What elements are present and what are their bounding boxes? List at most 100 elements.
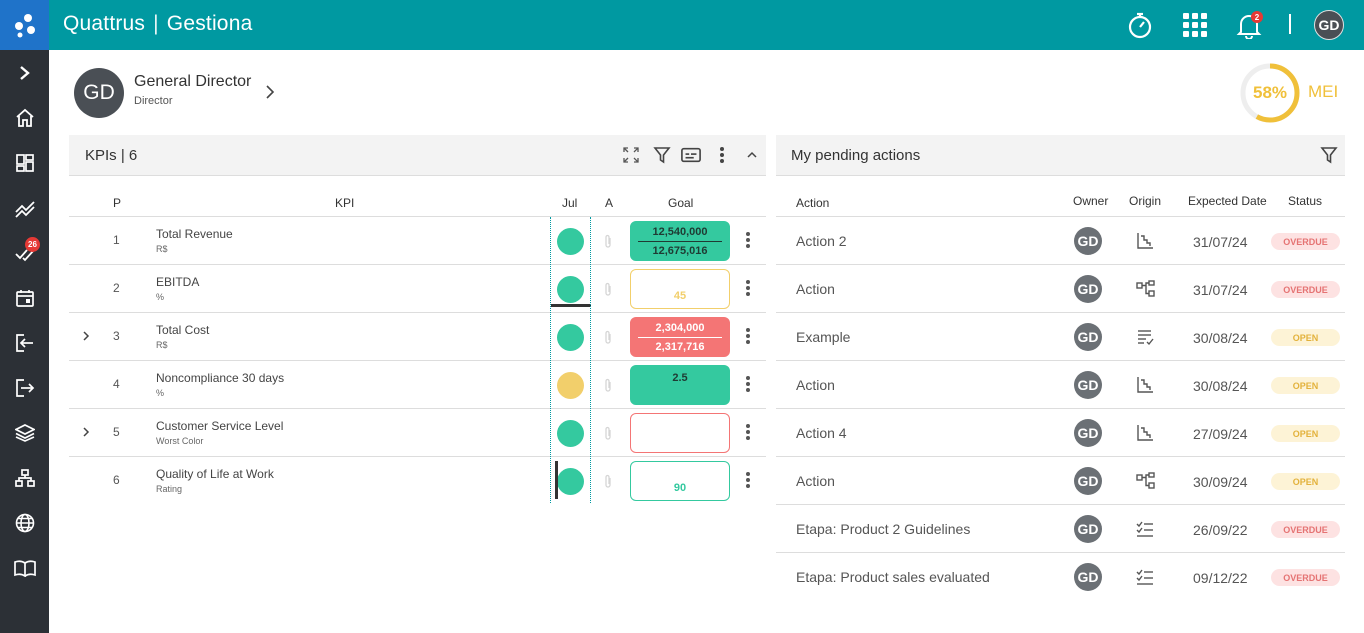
action-row[interactable]: Action GD 31/07/24 OVERDUE [776,265,1345,313]
action-row[interactable]: Action GD 30/08/24 OPEN [776,361,1345,409]
action-name[interactable]: Action [796,281,835,297]
mei-label[interactable]: MEI [1308,82,1338,102]
goal-box[interactable]: 2,304,000 2,317,716 [630,317,730,357]
sidebar-item-checks[interactable]: 26 [0,237,49,270]
kpi-name[interactable]: Total Cost [156,323,209,337]
expand-chevron-icon[interactable] [81,425,91,443]
notifications-bell-icon[interactable]: 2 [1233,9,1265,41]
more-vertical-icon[interactable] [745,327,751,350]
hierarchy-icon[interactable] [1136,280,1155,298]
kpi-status-dot[interactable] [557,372,584,399]
kpi-name[interactable]: Customer Service Level [156,419,283,433]
sidebar-item-book[interactable] [0,555,49,585]
kpi-status-dot[interactable] [557,276,584,303]
chart-icon[interactable] [1136,232,1154,250]
attachment-clip-icon[interactable] [603,282,613,303]
sidebar-item-home[interactable] [0,105,49,135]
action-name[interactable]: Etapa: Product 2 Guidelines [796,521,970,537]
profile-name[interactable]: General Director [134,73,251,91]
more-vertical-icon[interactable] [745,471,751,494]
brand-title[interactable]: Quattrus | Gestiona [63,12,252,36]
action-row[interactable]: Action GD 30/09/24 OPEN [776,457,1345,505]
app-logo[interactable] [0,0,49,50]
sidebar-item-layers[interactable] [0,420,49,450]
owner-avatar[interactable]: GD [1074,563,1102,591]
owner-avatar[interactable]: GD [1074,467,1102,495]
chart-icon[interactable] [1136,376,1154,394]
attachment-clip-icon[interactable] [603,330,613,351]
col-kpi[interactable]: KPI [335,196,354,210]
sidebar-item-calendar[interactable] [0,285,49,315]
attachment-clip-icon[interactable] [603,378,613,399]
kpi-status-dot[interactable] [557,468,584,495]
owner-avatar[interactable]: GD [1074,515,1102,543]
col-origin[interactable]: Origin [1129,194,1161,208]
action-row[interactable]: Action 2 GD 31/07/24 OVERDUE [776,217,1345,265]
user-avatar[interactable]: GD [1314,10,1344,40]
action-row[interactable]: Action 4 GD 27/09/24 OPEN [776,409,1345,457]
action-row[interactable]: Example GD 30/08/24 OPEN [776,313,1345,361]
chevron-right-icon[interactable] [264,84,276,105]
action-row[interactable]: Etapa: Product 2 Guidelines GD 26/09/22 OVE… [776,505,1345,553]
subtitles-icon[interactable] [681,145,701,165]
more-vertical-icon[interactable] [745,375,751,398]
filter-icon[interactable] [1319,145,1339,165]
col-action[interactable]: Action [796,196,829,210]
chart-icon[interactable] [1136,424,1154,442]
sidebar-item-login[interactable] [0,330,49,360]
apps-grid-icon[interactable] [1179,9,1211,41]
more-vertical-icon[interactable] [745,231,751,254]
kpi-row[interactable]: 3 Total Cost R$ 2,304,000 2,317,716 [69,313,766,361]
kpi-status-dot[interactable] [557,228,584,255]
col-status[interactable]: Status [1288,194,1322,208]
kpi-row[interactable]: 2 EBITDA% 45 [69,265,766,313]
sidebar-item-logout[interactable] [0,375,49,405]
col-goal[interactable]: Goal [668,196,693,210]
more-vertical-icon[interactable] [745,423,751,446]
goal-box[interactable]: 90 [630,461,730,501]
col-expected-date[interactable]: Expected Date [1188,194,1267,208]
action-name[interactable]: Action [796,473,835,489]
kpi-status-dot[interactable] [557,324,584,351]
goal-box[interactable]: 45 [630,269,730,309]
expand-chevron-icon[interactable] [81,329,91,347]
collapse-chevron-up-icon[interactable] [742,145,762,165]
task-list-icon[interactable] [1136,568,1154,586]
task-list-icon[interactable] [1136,520,1154,538]
checklist-icon[interactable] [1136,328,1154,346]
profile-avatar[interactable]: GD [74,68,124,118]
stopwatch-icon[interactable] [1124,9,1156,41]
kpi-row[interactable]: 4 Noncompliance 30 days% 2.5 [69,361,766,409]
kpi-name[interactable]: Noncompliance 30 days [156,371,284,385]
owner-avatar[interactable]: GD [1074,323,1102,351]
action-name[interactable]: Example [796,329,850,345]
sidebar-item-dashboard[interactable] [0,150,49,180]
attachment-clip-icon[interactable] [603,474,613,495]
action-name[interactable]: Action [796,377,835,393]
kpi-name[interactable]: Quality of Life at Work [156,467,274,481]
more-vertical-icon[interactable] [745,279,751,302]
goal-box[interactable]: 2.5 [630,365,730,405]
attachment-clip-icon[interactable] [603,234,613,255]
expand-icon[interactable] [621,145,641,165]
sidebar-item-chevron-right[interactable] [0,60,49,90]
hierarchy-icon[interactable] [1136,472,1155,490]
goal-box[interactable]: 12,540,000 12,675,016 [630,221,730,261]
goal-box[interactable] [630,413,730,453]
col-month[interactable]: Jul [562,196,577,210]
action-row[interactable]: Etapa: Product sales evaluated GD 09/12/22… [776,553,1345,601]
kpi-name[interactable]: EBITDA [156,275,199,289]
owner-avatar[interactable]: GD [1074,419,1102,447]
filter-icon[interactable] [652,145,672,165]
col-a[interactable]: A [605,196,613,210]
attachment-clip-icon[interactable] [603,426,613,447]
action-name[interactable]: Action 2 [796,233,847,249]
kpi-name[interactable]: Total Revenue [156,227,233,241]
col-owner[interactable]: Owner [1073,194,1108,208]
col-p[interactable]: P [113,196,121,210]
owner-avatar[interactable]: GD [1074,227,1102,255]
action-name[interactable]: Etapa: Product sales evaluated [796,569,990,585]
kpi-row[interactable]: 5 Customer Service Level Worst Color [69,409,766,457]
kpi-status-dot[interactable] [557,420,584,447]
sidebar-item-globe[interactable] [0,510,49,540]
